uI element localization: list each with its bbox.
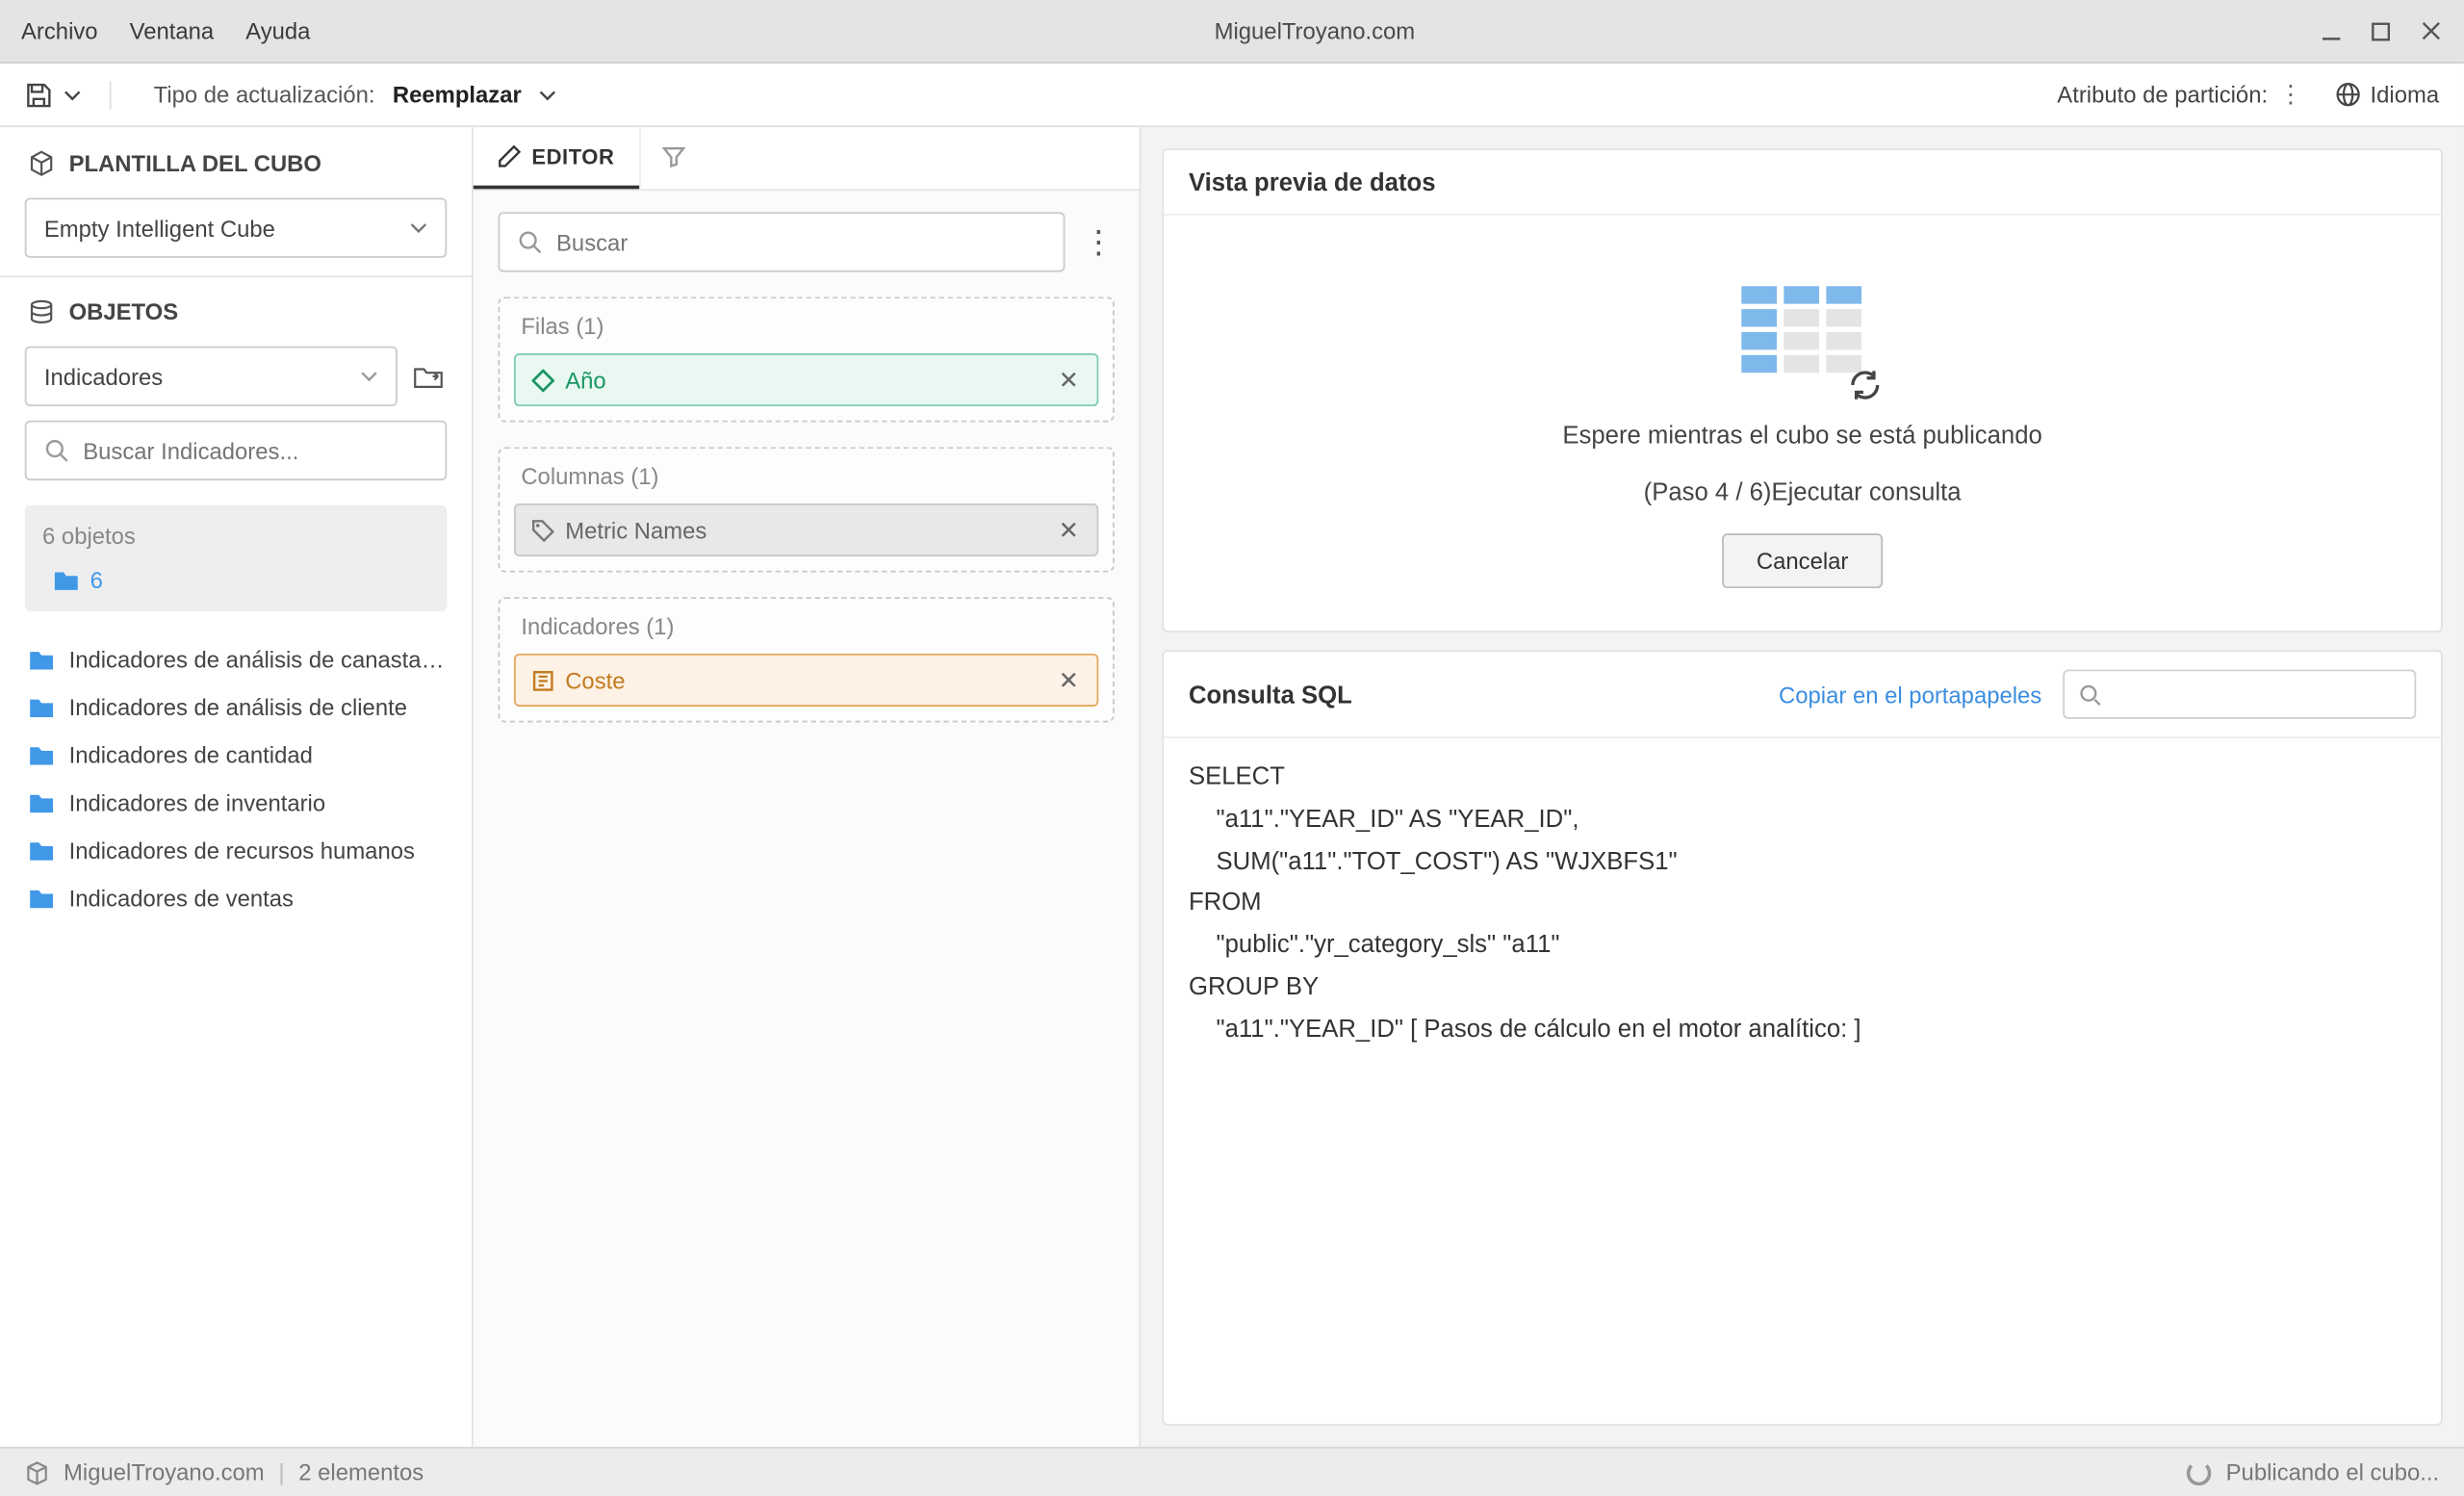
remove-pill-icon[interactable]: ✕	[1055, 665, 1083, 695]
tab-filter[interactable]	[639, 127, 706, 189]
save-dropdown-icon[interactable]	[64, 86, 81, 103]
object-count: 6 objetos	[42, 523, 429, 550]
folder-item[interactable]: Indicadores de inventario	[0, 779, 472, 827]
tag-icon	[530, 518, 555, 543]
remove-pill-icon[interactable]: ✕	[1055, 365, 1083, 395]
objects-search[interactable]	[25, 421, 448, 480]
remove-pill-icon[interactable]: ✕	[1055, 515, 1083, 545]
folder-icon	[53, 569, 80, 592]
chevron-down-icon	[410, 219, 427, 237]
folder-item[interactable]: Indicadores de cantidad	[0, 732, 472, 780]
chevron-down-icon	[360, 368, 377, 385]
status-publishing: Publicando el cubo...	[2226, 1459, 2439, 1486]
left-panel: PLANTILLA DEL CUBO Empty Intelligent Cub…	[0, 127, 474, 1447]
toolbar: Tipo de actualización: Reemplazar Atribu…	[0, 64, 2464, 127]
folder-list: Indicadores de análisis de canasta… Indi…	[0, 626, 472, 933]
editor-search[interactable]	[498, 212, 1065, 271]
tab-editor[interactable]: EDITOR	[474, 127, 639, 189]
menu-help[interactable]: Ayuda	[245, 17, 310, 44]
globe-icon	[2335, 81, 2362, 108]
folder-icon	[28, 791, 55, 814]
row-pill-year[interactable]: Año ✕	[514, 353, 1098, 406]
partition-attr-kebab-icon[interactable]: ⋮	[2278, 80, 2303, 110]
category-select[interactable]: Indicadores	[25, 347, 398, 406]
attribute-icon	[530, 368, 555, 393]
statusbar: MiguelTroyano.com | 2 elementos Publican…	[0, 1447, 2464, 1496]
pencil-icon	[498, 144, 521, 168]
close-icon[interactable]	[2418, 18, 2443, 43]
loading-visual	[1740, 286, 1863, 392]
search-icon	[44, 438, 69, 463]
six-folder-link[interactable]: 6	[42, 567, 429, 594]
filter-icon	[662, 144, 685, 168]
right-panel: Vista previa de datos Espere mientras el…	[1141, 127, 2463, 1447]
update-type-value[interactable]: Reemplazar	[393, 81, 522, 108]
ind-pill-coste[interactable]: Coste ✕	[514, 654, 1098, 707]
cancel-button[interactable]: Cancelar	[1723, 533, 1882, 588]
status-site: MiguelTroyano.com	[64, 1459, 265, 1486]
menu-file[interactable]: Archivo	[21, 17, 98, 44]
wait-text: Espere mientras el cubo se está publican…	[1562, 421, 2041, 449]
copy-clipboard-link[interactable]: Copiar en el portapapeles	[1779, 681, 2041, 708]
folder-icon	[28, 648, 55, 671]
rows-label: Filas (1)	[514, 313, 1098, 340]
maximize-icon[interactable]	[2369, 18, 2394, 43]
cols-label: Columnas (1)	[514, 463, 1098, 490]
cols-zone[interactable]: Columnas (1) Metric Names ✕	[498, 447, 1114, 572]
spinner-icon	[2187, 1460, 2212, 1485]
indicators-zone[interactable]: Indicadores (1) Coste ✕	[498, 597, 1114, 722]
language-label: Idioma	[2371, 81, 2440, 108]
menu-window[interactable]: Ventana	[130, 17, 215, 44]
folder-item[interactable]: Indicadores de recursos humanos	[0, 827, 472, 875]
status-elements: 2 elementos	[298, 1459, 424, 1486]
language-button[interactable]: Idioma	[2335, 81, 2439, 108]
cube-select[interactable]: Empty Intelligent Cube	[25, 198, 448, 258]
cube-select-value: Empty Intelligent Cube	[44, 215, 275, 242]
folder-item[interactable]: Indicadores de análisis de cliente	[0, 684, 472, 732]
save-icon[interactable]	[25, 80, 53, 108]
partition-attr-label: Atributo de partición:	[2057, 81, 2268, 108]
folder-icon	[28, 696, 55, 719]
preview-title: Vista previa de datos	[1164, 150, 2441, 216]
sync-icon	[1846, 368, 1882, 403]
metric-icon	[530, 668, 555, 693]
update-type-chevron-icon[interactable]	[539, 86, 556, 103]
update-type-label: Tipo de actualización:	[154, 81, 375, 108]
category-select-value: Indicadores	[44, 363, 163, 390]
objects-header: OBJETOS	[0, 275, 472, 346]
sql-title: Consulta SQL	[1189, 680, 1352, 708]
step-text: (Paso 4 / 6)Ejecutar consulta	[1644, 477, 1962, 504]
objects-search-input[interactable]	[83, 437, 427, 464]
folder-nav-button[interactable]	[408, 357, 447, 396]
editor-search-input[interactable]	[556, 229, 1045, 256]
center-panel: EDITOR ⋮ Filas (1)	[474, 127, 1142, 1447]
cube-icon	[28, 149, 55, 176]
minimize-icon[interactable]	[2319, 18, 2344, 43]
titlebar: Archivo Ventana Ayuda MiguelTroyano.com	[0, 0, 2464, 64]
preview-card: Vista previa de datos Espere mientras el…	[1162, 148, 2442, 632]
folder-icon	[28, 744, 55, 767]
cube-icon	[25, 1460, 50, 1485]
editor-kebab-icon[interactable]: ⋮	[1083, 226, 1115, 258]
window-title: MiguelTroyano.com	[310, 17, 2319, 44]
rows-zone[interactable]: Filas (1) Año ✕	[498, 297, 1114, 422]
folder-icon	[28, 887, 55, 910]
search-icon	[518, 230, 543, 255]
search-icon	[2079, 683, 2102, 706]
sql-card: Consulta SQL Copiar en el portapapeles S…	[1162, 650, 2442, 1426]
cube-template-header: PLANTILLA DEL CUBO	[0, 127, 472, 197]
col-pill-metricnames[interactable]: Metric Names ✕	[514, 503, 1098, 556]
object-count-block: 6 objetos 6	[25, 505, 448, 611]
sql-body[interactable]: SELECT "a11"."YEAR_ID" AS "YEAR_ID", SUM…	[1164, 738, 2441, 1068]
indicators-label: Indicadores (1)	[514, 613, 1098, 640]
sql-search[interactable]	[2063, 669, 2416, 718]
folder-item[interactable]: Indicadores de análisis de canasta…	[0, 636, 472, 684]
folder-icon	[28, 839, 55, 863]
folder-item[interactable]: Indicadores de ventas	[0, 874, 472, 922]
database-icon	[28, 298, 55, 325]
